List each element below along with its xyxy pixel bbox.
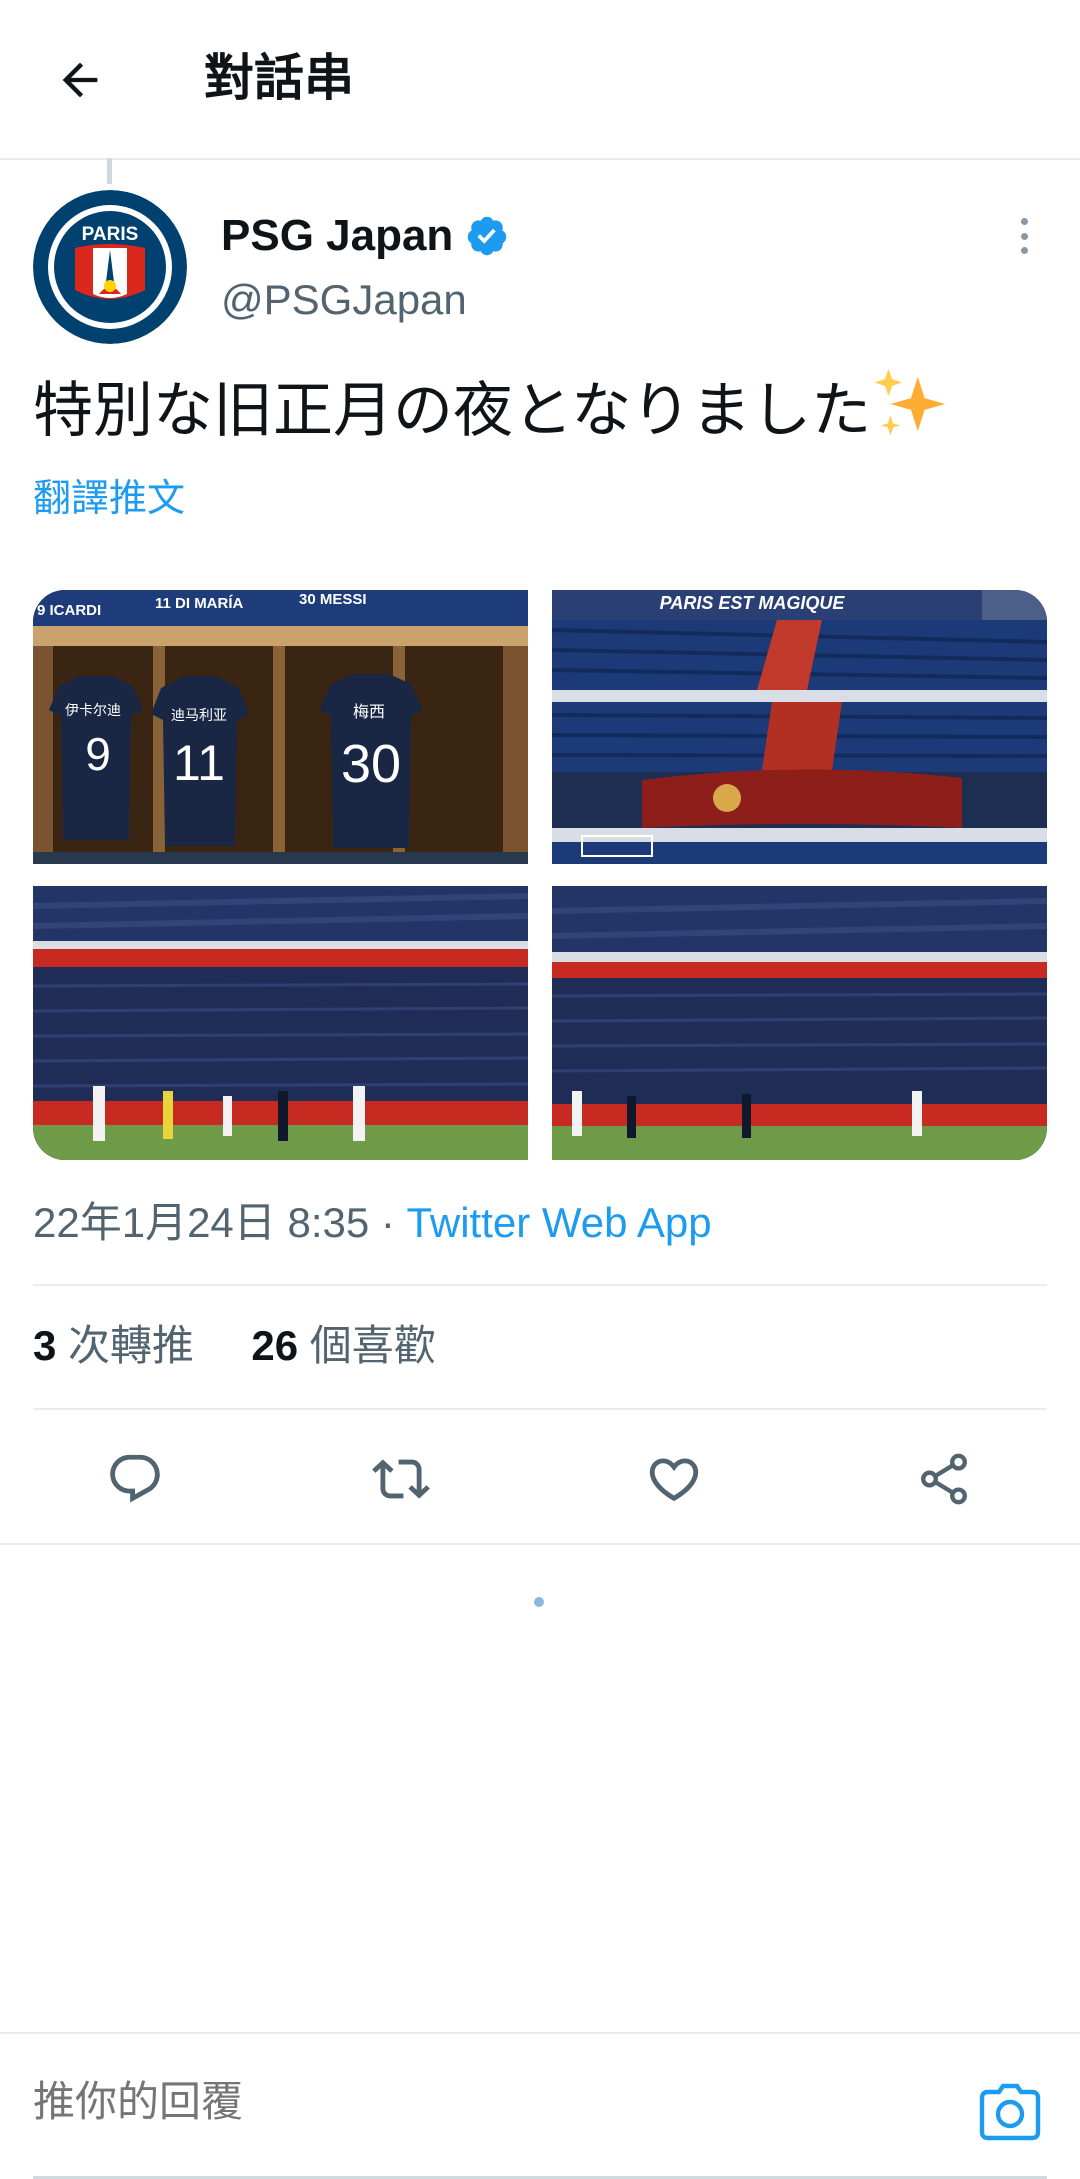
photo-locker-room[interactable]: 9 ICARDI 11 DI MARÍA 30 MESSI 伊卡尔迪 9 迪马利… bbox=[33, 590, 528, 864]
sparkles-emoji-icon bbox=[875, 368, 946, 436]
photo-match-1[interactable] bbox=[33, 886, 528, 1160]
like-button[interactable] bbox=[645, 1450, 703, 1508]
divider bbox=[33, 1284, 1047, 1286]
author-name-row[interactable]: PSG Japan bbox=[221, 207, 509, 265]
media-grid: 9 ICARDI 11 DI MARÍA 30 MESSI 伊卡尔迪 9 迪马利… bbox=[33, 590, 1047, 1160]
tweet-actions bbox=[0, 1438, 1080, 1518]
divider bbox=[33, 1408, 1047, 1410]
retweet-icon bbox=[372, 1459, 430, 1499]
retweet-button[interactable] bbox=[372, 1450, 430, 1508]
photo-stadium[interactable]: PARIS EST MAGIQUE bbox=[552, 590, 1047, 864]
jersey-name-text: 迪马利亚 bbox=[171, 708, 227, 724]
avatar-text: PARIS bbox=[82, 224, 139, 245]
tweet-meta: 22年1月24日 8:35 · Twitter Web App bbox=[33, 1195, 712, 1251]
author-handle[interactable]: @PSGJapan bbox=[221, 276, 467, 324]
stadium-image: PARIS EST MAGIQUE bbox=[552, 590, 1047, 864]
jersey-number-text: 9 bbox=[85, 728, 111, 780]
display-name[interactable]: PSG Japan bbox=[221, 211, 453, 261]
reply-input[interactable] bbox=[33, 2078, 933, 2126]
more-dot-icon bbox=[1020, 247, 1028, 254]
more-options-button[interactable] bbox=[1006, 214, 1042, 258]
share-button[interactable] bbox=[915, 1450, 973, 1508]
banner-left-text: 9 ICARDI bbox=[37, 602, 101, 619]
reply-composer bbox=[0, 2032, 1080, 2179]
likes-stat[interactable]: 26 個喜歡 bbox=[251, 1322, 435, 1369]
timestamp: 22年1月24日 8:35 · bbox=[33, 1199, 407, 1246]
share-icon bbox=[921, 1453, 967, 1505]
banner-mid-text: 11 DI MARÍA bbox=[155, 595, 244, 612]
retweets-count: 3 bbox=[33, 1322, 57, 1369]
thread-connector bbox=[107, 158, 112, 184]
camera-icon bbox=[979, 2083, 1041, 2141]
page-title: 對話串 bbox=[204, 50, 354, 106]
psg-logo-icon: PARIS bbox=[33, 190, 187, 344]
tweet-text: 特別な旧正月の夜となりました bbox=[33, 365, 949, 451]
photo-match-2[interactable] bbox=[552, 886, 1047, 1160]
likes-count: 26 bbox=[251, 1322, 299, 1369]
tweet-text-content: 特別な旧正月の夜となりました bbox=[33, 377, 872, 444]
banner-right-text: 30 MESSI bbox=[299, 591, 367, 608]
reply-button[interactable] bbox=[106, 1450, 164, 1508]
divider bbox=[0, 1543, 1080, 1545]
translate-tweet-link[interactable]: 翻譯推文 bbox=[33, 467, 185, 522]
reply-icon bbox=[110, 1454, 160, 1503]
likes-label: 個喜歡 bbox=[298, 1322, 436, 1369]
verified-badge-icon bbox=[468, 216, 507, 256]
heart-icon bbox=[649, 1458, 699, 1502]
match-image-1 bbox=[33, 886, 528, 1160]
jersey-number-text: 11 bbox=[173, 735, 225, 791]
retweets-stat[interactable]: 3 次轉推 bbox=[33, 1322, 194, 1369]
loading-indicator bbox=[534, 1597, 544, 1607]
tweet-stats: 3 次轉推 26 個喜歡 bbox=[33, 1318, 436, 1374]
arrow-left-icon bbox=[62, 62, 98, 98]
retweets-label: 次轉推 bbox=[56, 1322, 195, 1369]
source-app-link[interactable]: Twitter Web App bbox=[407, 1199, 712, 1246]
avatar[interactable]: PARIS bbox=[33, 190, 187, 344]
camera-button[interactable] bbox=[978, 2082, 1042, 2142]
back-button[interactable] bbox=[50, 50, 110, 110]
stadium-banner-text: PARIS EST MAGIQUE bbox=[660, 593, 846, 613]
more-dot-icon bbox=[1020, 218, 1028, 225]
locker-room-image: 9 ICARDI 11 DI MARÍA 30 MESSI 伊卡尔迪 9 迪马利… bbox=[33, 590, 528, 864]
jersey-name-text: 梅西 bbox=[353, 702, 385, 721]
jersey-name-text: 伊卡尔迪 bbox=[65, 703, 121, 719]
match-image-2 bbox=[552, 886, 1047, 1160]
top-bar: 對話串 bbox=[0, 0, 1080, 160]
jersey-number-text: 30 bbox=[341, 734, 401, 794]
more-dot-icon bbox=[1020, 232, 1028, 240]
